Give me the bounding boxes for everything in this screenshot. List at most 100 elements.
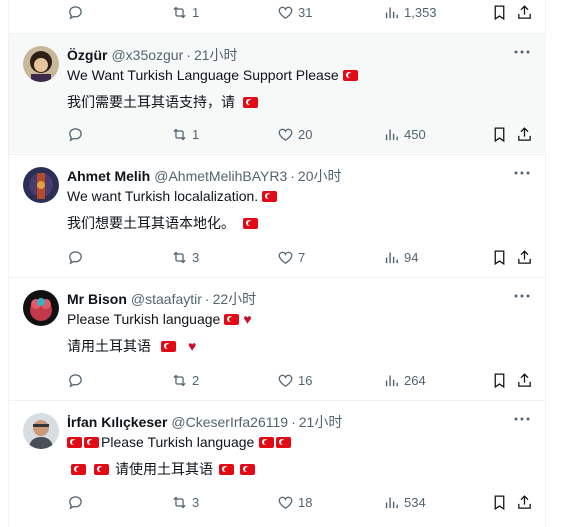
views-button[interactable]: 94	[383, 245, 418, 269]
user-handle[interactable]: @x35ozgur	[111, 47, 183, 63]
tweet-actions: 3 18 534	[67, 490, 537, 514]
bookmark-icon	[494, 494, 505, 510]
reply-icon	[69, 250, 82, 264]
share-button[interactable]	[516, 0, 533, 24]
turkey-flag-icon	[342, 69, 358, 81]
avatar[interactable]	[23, 167, 59, 203]
tweet-text-line: Please Turkish language	[67, 434, 292, 450]
retweet-icon	[173, 496, 186, 508]
share-icon	[518, 494, 531, 509]
bookmark-icon	[494, 249, 505, 265]
user-handle[interactable]: @staafaytir	[131, 291, 202, 307]
share-button[interactable]	[516, 368, 533, 392]
reply-button[interactable]	[67, 368, 84, 392]
like-count: 20	[298, 126, 313, 142]
heart-emoji-icon: ♥	[188, 338, 197, 354]
like-button[interactable]: 7	[277, 245, 305, 269]
tweet-text-line: Please Turkish language ♥	[67, 311, 252, 327]
reply-button[interactable]	[67, 122, 84, 146]
avatar[interactable]	[23, 413, 59, 449]
views-button[interactable]: 450	[383, 122, 426, 146]
bookmark-button[interactable]	[491, 0, 508, 24]
avatar[interactable]	[23, 46, 59, 82]
share-button[interactable]	[516, 490, 533, 514]
tweet[interactable]: Özgür @x35ozgur · 21小时 We Want Turkish L…	[9, 33, 546, 153]
user-handle[interactable]: @CkeserIrfa26119	[171, 414, 288, 430]
views-count: 264	[404, 372, 426, 388]
display-name[interactable]: Özgür	[67, 47, 107, 63]
heart-emoji-icon: ♥	[243, 311, 252, 327]
timestamp[interactable]: 20小时	[298, 166, 342, 186]
turkey-flag-icon	[240, 463, 255, 475]
turkey-flag-icon	[243, 96, 258, 108]
tweet-actions: 2 16 264	[67, 368, 537, 392]
views-button[interactable]: 1,353	[383, 0, 437, 24]
more-button[interactable]	[512, 42, 532, 62]
tweet-actions: 3 7 94	[67, 245, 537, 269]
tweet[interactable]: Ahmet Melih @AhmetMelihBAYR3 · 20小时 We w…	[9, 154, 546, 276]
views-icon	[385, 375, 398, 386]
turkey-flag-icon	[259, 436, 275, 448]
tweet-text-line: 请用土耳其语 ♥	[67, 338, 197, 354]
retweet-button[interactable]: 2	[171, 368, 199, 392]
turkey-flag-icon	[243, 217, 258, 229]
views-icon	[385, 497, 398, 508]
like-button[interactable]: 16	[277, 368, 312, 392]
avatar[interactable]	[23, 290, 59, 326]
bookmark-button[interactable]	[491, 490, 508, 514]
views-button[interactable]: 264	[383, 368, 426, 392]
tweet-header: Özgür @x35ozgur · 21小时	[67, 45, 238, 65]
more-button[interactable]	[512, 286, 532, 306]
bookmark-icon	[494, 126, 505, 142]
like-icon	[278, 374, 293, 387]
tweet-text-line: 我们想要土耳其语本地化。	[67, 213, 258, 233]
display-name[interactable]: İrfan Kılıçkeser	[67, 414, 167, 430]
timestamp[interactable]: 21小时	[299, 412, 343, 432]
tweet[interactable]: İrfan Kılıçkeser @CkeserIrfa26119 · 21小时…	[9, 400, 546, 527]
tweet-text-line: 请使用土耳其语	[71, 459, 255, 479]
share-icon	[518, 4, 531, 19]
reply-button[interactable]	[67, 0, 84, 24]
more-button[interactable]	[512, 409, 532, 429]
display-name[interactable]: Ahmet Melih	[67, 168, 150, 184]
retweet-icon	[173, 374, 186, 386]
turkey-flag-icon	[67, 436, 82, 448]
like-button[interactable]: 20	[277, 122, 312, 146]
tweet-header: İrfan Kılıçkeser @CkeserIrfa26119 · 21小时	[67, 412, 343, 432]
bookmark-button[interactable]	[491, 245, 508, 269]
share-button[interactable]	[516, 245, 533, 269]
tweet-text-line: We Want Turkish Language Support Please	[67, 67, 358, 83]
retweet-button[interactable]: 1	[171, 122, 199, 146]
views-icon	[385, 252, 398, 263]
display-name[interactable]: Mr Bison	[67, 291, 127, 307]
views-button[interactable]: 534	[383, 490, 426, 514]
retweet-button[interactable]: 3	[171, 490, 199, 514]
views-icon	[385, 129, 398, 140]
timestamp[interactable]: 22小时	[213, 289, 257, 309]
retweet-icon	[173, 6, 186, 18]
more-button[interactable]	[512, 163, 532, 183]
tweet-text-line: 我们需要土耳其语支持，请	[67, 92, 258, 112]
retweet-button[interactable]: 1	[171, 0, 199, 24]
like-icon	[278, 496, 293, 509]
turkey-flag-icon	[161, 340, 176, 352]
user-handle[interactable]: @AhmetMelihBAYR3	[154, 168, 287, 184]
share-button[interactable]	[516, 122, 533, 146]
retweet-button[interactable]: 3	[171, 245, 199, 269]
bookmark-button[interactable]	[491, 122, 508, 146]
more-icon	[514, 294, 530, 298]
tweet-header: Ahmet Melih @AhmetMelihBAYR3 · 20小时	[67, 166, 342, 186]
bookmark-button[interactable]	[491, 368, 508, 392]
bookmark-icon	[494, 4, 505, 20]
like-button[interactable]: 31	[277, 0, 312, 24]
views-count: 94	[404, 249, 419, 265]
reply-button[interactable]	[67, 245, 84, 269]
timestamp[interactable]: 21小时	[194, 45, 238, 65]
tweet[interactable]: Mr Bison @staafaytir · 22小时 Please Turki…	[9, 277, 546, 399]
views-count: 450	[404, 126, 426, 142]
tweet-actions: 1 20 450	[67, 122, 537, 146]
like-button[interactable]: 18	[277, 490, 312, 514]
share-icon	[518, 372, 531, 387]
reply-button[interactable]	[67, 490, 84, 514]
turkey-flag-icon	[94, 463, 109, 475]
